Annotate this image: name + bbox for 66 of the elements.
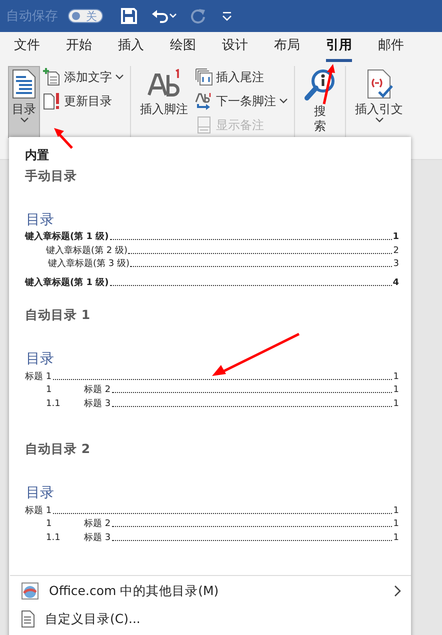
page-number: 1 xyxy=(393,518,399,530)
ribbon-button[interactable]: 插入引文 xyxy=(351,66,407,138)
entry-number: 1.1 xyxy=(46,398,62,410)
menu-item[interactable]: Office.com 中的其他目录(M) xyxy=(9,577,411,605)
ribbon-button[interactable]: 更新目录 xyxy=(42,90,125,112)
ribbon-tab[interactable]: 邮件 xyxy=(378,37,404,62)
autosave-label: 自动保存 xyxy=(6,8,58,25)
entry-title: 标题 3 xyxy=(84,532,111,544)
page-number: 1 xyxy=(393,532,399,544)
ribbon-button[interactable]: 插入尾注 xyxy=(194,66,289,88)
section-heading: 内置 xyxy=(25,147,49,163)
notes-icon xyxy=(195,116,213,134)
menu-item[interactable]: 自定义目录(C)... xyxy=(9,605,411,633)
update-icon xyxy=(43,92,61,110)
entry-number: 1.1 xyxy=(46,532,62,544)
ribbon-button[interactable]: 添加文字 xyxy=(42,66,125,88)
page-number: 1 xyxy=(393,384,399,396)
ribbon-tab[interactable]: 设计 xyxy=(222,37,248,62)
endnote-icon xyxy=(195,68,213,86)
ribbon-tab[interactable]: 插入 xyxy=(118,37,144,62)
add-text-icon xyxy=(43,68,61,86)
page-number: 1 xyxy=(393,398,399,410)
page-number: 2 xyxy=(393,244,399,256)
toolbar-button[interactable] xyxy=(151,8,177,24)
entry-title: 标题 1 xyxy=(25,370,52,383)
entry-title: 标题 2 xyxy=(84,384,111,396)
entry-title: 键入章标题(第 1 级) xyxy=(25,276,109,288)
globe-icon xyxy=(21,582,39,600)
ribbon-tab[interactable]: 文件 xyxy=(14,37,40,62)
ribbon-tab[interactable]: 绘图 xyxy=(170,37,196,62)
page-number: 1 xyxy=(392,231,399,243)
ribbon-button[interactable]: 目录 xyxy=(8,66,40,138)
gallery-item[interactable]: 自动目录 2 目录 标题 1 1 1 标题 2 1 1.1 标题 3 1 xyxy=(9,424,411,558)
preview-heading: 目录 xyxy=(26,350,55,368)
entry-title: 键入章标题(第 1 级) xyxy=(25,231,109,243)
ribbon-button[interactable]: 插入脚注 xyxy=(136,66,192,138)
page-number: 3 xyxy=(393,258,399,270)
annotation-arrow xyxy=(54,128,73,149)
entry-number: 1 xyxy=(46,384,53,396)
toolbar-button[interactable] xyxy=(121,8,137,24)
document-icon xyxy=(21,610,35,628)
preview-heading: 目录 xyxy=(26,210,55,228)
ribbon-tab[interactable]: 开始 xyxy=(66,37,92,62)
page-number: 4 xyxy=(392,276,399,288)
entry-number: 1 xyxy=(46,518,53,530)
redo-icon xyxy=(191,8,207,24)
entry-title: 键入章标题(第 2 级) xyxy=(46,244,128,256)
entry-title: 标题 1 xyxy=(25,504,52,517)
ribbon-tab[interactable]: 布局 xyxy=(274,37,300,62)
annotation-arrow xyxy=(322,64,335,104)
entry-title: 标题 3 xyxy=(84,398,111,410)
save-icon xyxy=(121,8,137,24)
page-number: 1 xyxy=(393,370,399,383)
preview-heading: 目录 xyxy=(26,484,55,502)
undo-icon xyxy=(151,8,177,24)
ribbon-button[interactable]: 下一条脚注 xyxy=(194,90,289,112)
page-number: 1 xyxy=(393,504,399,517)
entry-title: 键入章标题(第 3 级) xyxy=(48,258,130,270)
toolbar-button[interactable] xyxy=(221,10,233,22)
gallery-item[interactable]: 手动目录 目录 键入章标题(第 1 级) 1 键入章标题(第 2 级) 2 键入章标题(第 3 级) 3 键入章标题(第 1 级) 4 xyxy=(9,163,411,290)
entry-title: 标题 2 xyxy=(84,518,111,530)
next-footnote-icon xyxy=(195,92,213,110)
search-icon xyxy=(304,69,336,101)
footnote-icon xyxy=(147,69,181,99)
document-icon xyxy=(12,69,36,99)
customize-icon xyxy=(221,10,233,22)
